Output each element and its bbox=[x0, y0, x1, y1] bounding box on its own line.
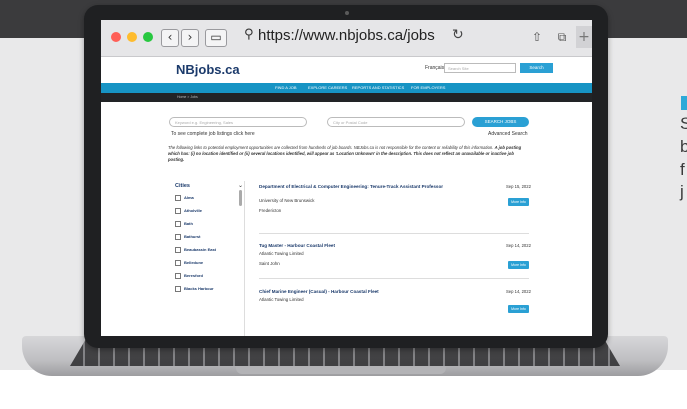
city-label: Bathurst bbox=[184, 234, 201, 240]
job-location: Fredericton bbox=[259, 208, 282, 213]
more-info-button[interactable]: More Info bbox=[508, 261, 529, 269]
city-option[interactable]: Atholville bbox=[175, 208, 202, 216]
breadcrumb-bar: Home > Jobs bbox=[101, 93, 592, 102]
city-option[interactable]: Blacks Harbour bbox=[175, 286, 214, 294]
city-filter: Cities ⌄ Alma Atholville Bath Bathurst B… bbox=[171, 181, 245, 336]
city-label: Beresford bbox=[184, 273, 203, 279]
checkbox[interactable] bbox=[175, 247, 181, 253]
nav-for-employers[interactable]: FOR EMPLOYERS bbox=[411, 85, 445, 90]
job-title[interactable]: Chief Marine Engineer (Casual) - Harbour… bbox=[259, 289, 469, 295]
checkbox[interactable] bbox=[175, 208, 181, 214]
city-label: Blacks Harbour bbox=[184, 286, 214, 292]
url-text[interactable]: https://www.nbjobs.ca/jobs bbox=[258, 27, 435, 44]
tabs-icon[interactable]: ⧉ bbox=[553, 28, 571, 46]
side-text-line-2: b bbox=[680, 137, 687, 156]
divider bbox=[259, 233, 529, 234]
complete-listings-link[interactable]: To see complete job listings click here bbox=[171, 131, 255, 137]
city-option[interactable]: Bath bbox=[175, 221, 193, 229]
nav-find-a-job[interactable]: FIND A JOB bbox=[275, 85, 297, 90]
job-date: Sep 15, 2022 bbox=[506, 184, 531, 189]
job-company: Atlantic Towing Limited bbox=[259, 251, 304, 256]
checkbox[interactable] bbox=[175, 286, 181, 292]
side-accent-bar bbox=[681, 96, 687, 110]
disclaimer-text: The following links to potential employm… bbox=[168, 145, 528, 163]
breadcrumb[interactable]: Home > Jobs bbox=[177, 95, 198, 99]
job-listing: Chief Marine Engineer (Casual) - Harbour… bbox=[259, 289, 531, 329]
city-label: Alma bbox=[184, 195, 194, 201]
back-icon[interactable]: ‹ bbox=[161, 29, 179, 47]
side-text-line-4: j bbox=[680, 182, 684, 201]
job-company: Atlantic Towing Limited bbox=[259, 297, 304, 302]
laptop-screen: ‹ › ▭ ⚲ https://www.nbjobs.ca/jobs ↻ ⇧ ⧉… bbox=[101, 20, 592, 336]
main-nav: FIND A JOB EXPLORE CAREERS REPORTS AND S… bbox=[101, 83, 592, 93]
chevron-down-icon[interactable]: ⌄ bbox=[238, 182, 243, 189]
forward-icon[interactable]: › bbox=[181, 29, 199, 47]
checkbox[interactable] bbox=[175, 221, 181, 227]
more-info-button[interactable]: More Info bbox=[508, 198, 529, 206]
city-input[interactable]: City or Postal Code bbox=[327, 117, 465, 127]
language-link[interactable]: Français bbox=[425, 65, 444, 71]
side-text-line-1: S bbox=[680, 114, 687, 133]
job-location: Saint John bbox=[259, 261, 280, 266]
new-tab-icon[interactable]: + bbox=[576, 26, 592, 48]
city-label: Belledune bbox=[184, 260, 204, 266]
divider bbox=[259, 278, 529, 279]
city-option[interactable]: Beaubassin East bbox=[175, 247, 216, 255]
city-option[interactable]: Belledune bbox=[175, 260, 203, 268]
search-jobs-button[interactable]: SEARCH JOBS bbox=[472, 117, 529, 127]
laptop-trackpad bbox=[236, 366, 446, 374]
advanced-search-link[interactable]: Advanced Search bbox=[488, 131, 527, 137]
filter-scrollbar[interactable] bbox=[239, 190, 242, 206]
city-option[interactable]: Beresford bbox=[175, 273, 203, 281]
job-title[interactable]: Department of Electrical & Computer Engi… bbox=[259, 184, 469, 190]
site-search-input[interactable]: Search Site bbox=[444, 63, 516, 73]
sidebar-toggle-icon[interactable]: ▭ bbox=[205, 29, 227, 47]
checkbox[interactable] bbox=[175, 260, 181, 266]
zoom-window-dot[interactable] bbox=[143, 32, 153, 42]
job-listing: Tug Master - Harbour Coastal Fleet Atlan… bbox=[259, 243, 531, 289]
side-text-line-3: f bbox=[680, 160, 685, 179]
job-title[interactable]: Tug Master - Harbour Coastal Fleet bbox=[259, 243, 469, 249]
city-option[interactable]: Alma bbox=[175, 195, 194, 203]
checkbox[interactable] bbox=[175, 234, 181, 240]
site-search-button[interactable]: Search bbox=[520, 63, 553, 73]
job-listing: Department of Electrical & Computer Engi… bbox=[259, 184, 531, 234]
city-label: Beaubassin East bbox=[184, 247, 217, 253]
share-icon[interactable]: ⇧ bbox=[528, 28, 546, 46]
disclaimer-intro: The following links to potential employm… bbox=[168, 145, 495, 150]
checkbox[interactable] bbox=[175, 273, 181, 279]
city-option[interactable]: Bathurst bbox=[175, 234, 200, 242]
city-label: Bath bbox=[184, 221, 193, 227]
job-company: University of New Brunswick bbox=[259, 198, 315, 203]
checkbox[interactable] bbox=[175, 195, 181, 201]
close-window-dot[interactable] bbox=[111, 32, 121, 42]
more-info-button[interactable]: More Info bbox=[508, 305, 529, 313]
reload-icon[interactable]: ↻ bbox=[452, 27, 464, 43]
job-date: Sep 14, 2022 bbox=[506, 243, 531, 248]
site-logo[interactable]: NBjobs.ca bbox=[176, 62, 240, 77]
filter-title: Cities bbox=[175, 183, 190, 189]
city-label: Atholville bbox=[184, 208, 203, 214]
minimize-window-dot[interactable] bbox=[127, 32, 137, 42]
search-icon: ⚲ bbox=[244, 27, 254, 42]
keyword-input[interactable]: Keyword e.g. Engineering, Sales bbox=[169, 117, 307, 127]
nav-explore-careers[interactable]: EXPLORE CAREERS bbox=[308, 85, 347, 90]
site-header: NBjobs.ca Français Search Site Search bbox=[101, 57, 592, 83]
nav-reports[interactable]: REPORTS AND STATISTICS bbox=[352, 85, 404, 90]
job-date: Sep 14, 2022 bbox=[506, 289, 531, 294]
camera-icon bbox=[345, 11, 349, 15]
browser-toolbar: ‹ › ▭ ⚲ https://www.nbjobs.ca/jobs ↻ ⇧ ⧉… bbox=[101, 20, 592, 57]
